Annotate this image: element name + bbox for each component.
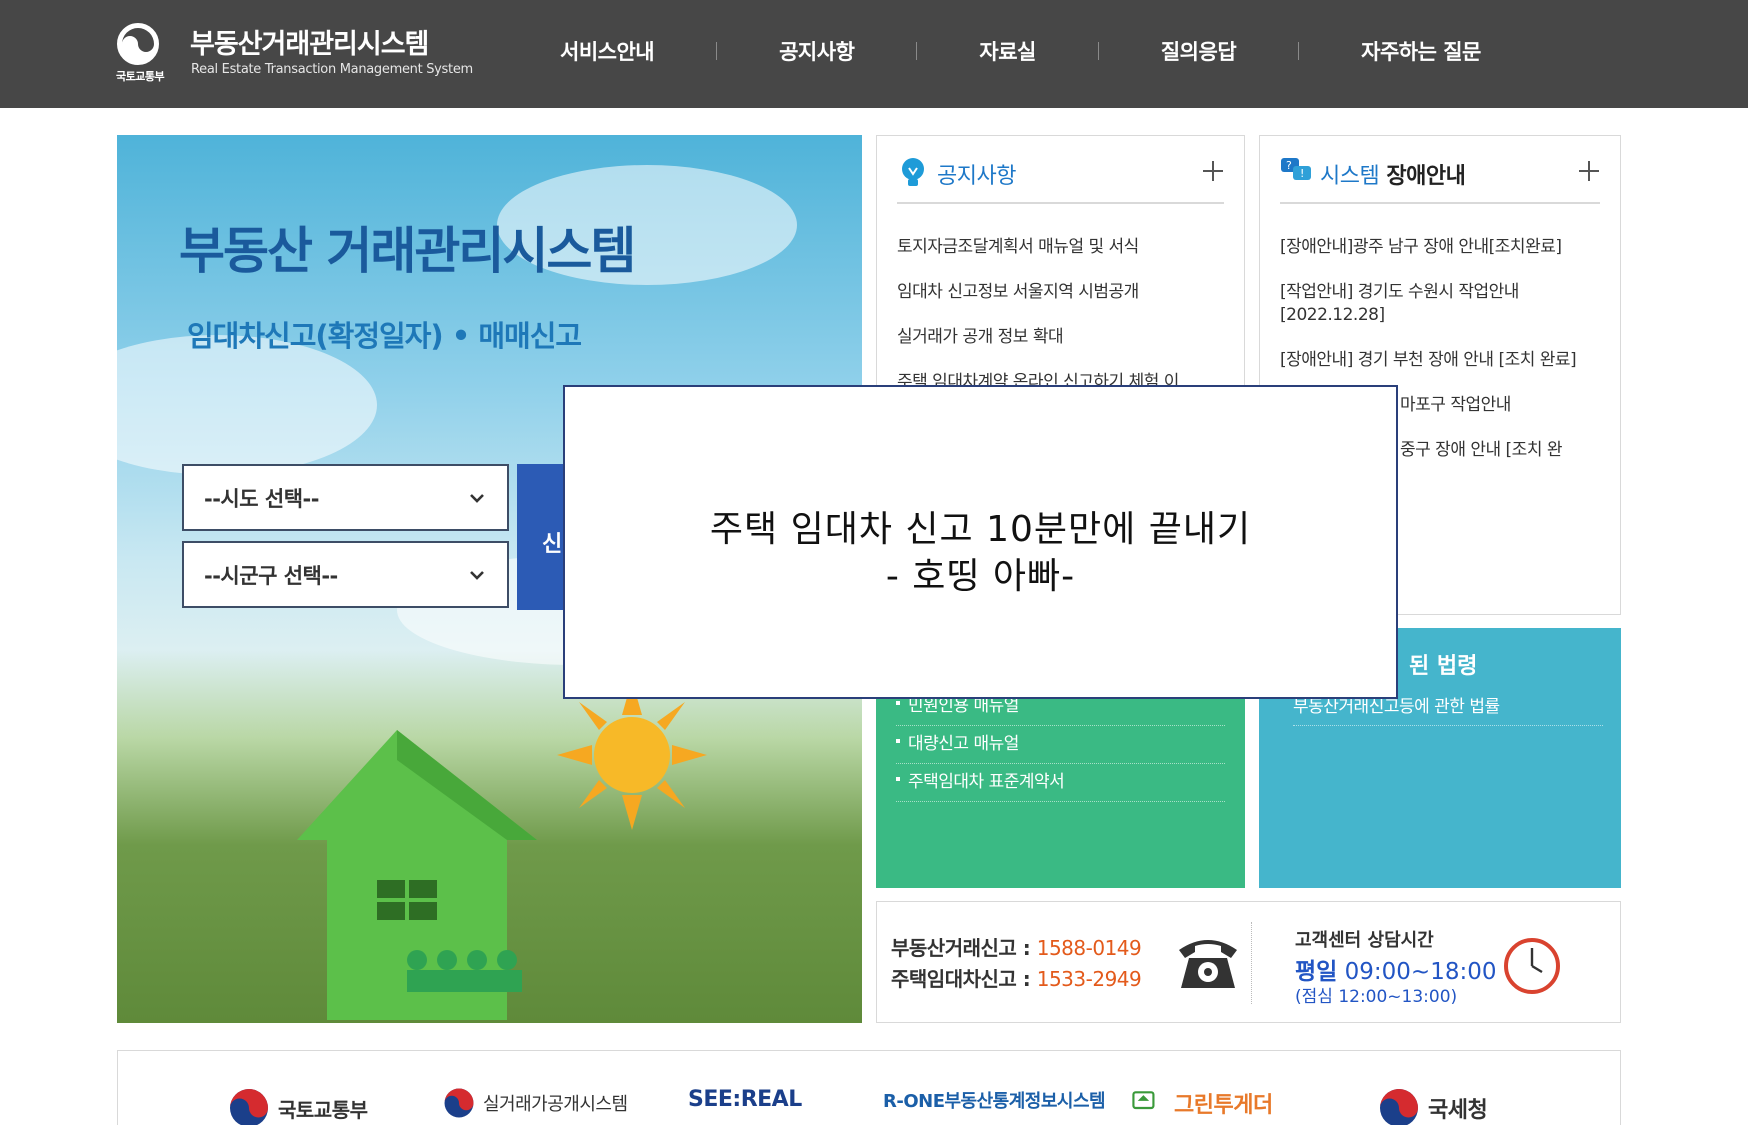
notice-item[interactable]: 실거래가 공개 정보 확대 — [897, 326, 1224, 349]
svg-text:?: ? — [1286, 159, 1292, 172]
download-item[interactable]: 대량신고 매뉴얼 — [896, 726, 1225, 764]
outage-title-rest: 장애안내 — [1386, 164, 1466, 189]
ministry-label: 국토교통부 — [116, 70, 165, 83]
link-molit-label: 국토교통부 — [278, 1097, 368, 1122]
notice-panel-title: 공지사항 — [937, 164, 1016, 189]
link-green-together[interactable]: 그린투게더 — [1128, 1087, 1273, 1119]
more-plus-icon[interactable] — [1202, 160, 1224, 182]
taegeuk-emblem-icon — [230, 1089, 268, 1125]
hero-title: 부동산 거래관리시스템 — [179, 222, 636, 280]
chevron-down-icon — [470, 570, 484, 580]
page: 국토교통부 부동산거래관리시스템 Real Estate Transaction… — [0, 0, 1748, 1125]
link-molit[interactable]: 국토교통부 — [228, 1087, 368, 1125]
nav-service-guide[interactable]: 서비스안내 — [560, 36, 655, 66]
downloads-list: 민원인용 매뉴얼 대량신고 매뉴얼 주택임대차 표준계약서 — [896, 688, 1225, 802]
lease-label: 주택임대차신고 : — [891, 967, 1037, 991]
overlay-author: - 호띵 아빠- — [885, 556, 1076, 597]
notice-item[interactable]: 임대차 신고정보 서울지역 시범공개 — [897, 281, 1224, 304]
nav-divider — [916, 42, 918, 60]
contact-box: 부동산거래신고 : 1588-0149 주택임대차신고 : 1533-2949 … — [876, 901, 1621, 1023]
link-rone-label: R-ONE부동산통계정보시스템 — [883, 1091, 1106, 1112]
site-logo[interactable]: 국토교통부 부동산거래관리시스템 Real Estate Transaction… — [116, 22, 473, 86]
link-rtms[interactable]: 실거래가공개시스템 — [443, 1087, 628, 1119]
taegeuk-emblem-icon — [444, 1088, 474, 1118]
lease-number: 1533-2949 — [1036, 967, 1142, 991]
nav-library[interactable]: 자료실 — [979, 36, 1036, 66]
trade-contact: 부동산거래신고 : 1588-0149 — [891, 932, 1142, 961]
title-card-overlay: 주택 임대차 신고 10분만에 끝내기 - 호띵 아빠- — [563, 385, 1398, 699]
hours-label: 고객센터 상담시간 — [1295, 930, 1434, 951]
hours-lunch: (점심 12:00~13:00) — [1295, 987, 1458, 1007]
house-chat-icon — [1132, 1091, 1155, 1110]
sido-select[interactable]: --시도 선택-- — [182, 464, 509, 531]
nav-divider — [716, 42, 718, 60]
outage-panel-header: ? ! 시스템 장애안내 — [1280, 156, 1600, 204]
more-plus-icon[interactable] — [1578, 160, 1600, 182]
telephone-icon — [1179, 940, 1237, 988]
cloud-decoration — [117, 335, 377, 475]
contact-divider — [1251, 922, 1252, 1004]
main-nav: 서비스안내 공지사항 자료실 질의응답 자주하는 질문 — [560, 36, 1481, 66]
site-subtitle: Real Estate Transaction Management Syste… — [191, 62, 473, 77]
notice-item[interactable]: 토지자금조달계획서 매뉴얼 및 서식 — [897, 236, 1224, 259]
taegeuk-emblem-icon — [117, 23, 159, 65]
green-house-illustration — [297, 730, 537, 1020]
outage-item[interactable]: [장애안내] 경기 부천 장애 안내 [조치 완료] — [1280, 349, 1600, 372]
sido-select-value: --시도 선택-- — [204, 486, 319, 511]
outage-item[interactable]: [장애안내]광주 남구 장애 안내[조치완료] — [1280, 236, 1600, 259]
link-green-together-label: 그린투게더 — [1174, 1093, 1273, 1118]
nav-faq[interactable]: 자주하는 질문 — [1361, 36, 1481, 66]
related-sites-bar: 국토교통부 실거래가공개시스템 SEE:REAL R-ONE부동산통계정보시스템… — [117, 1050, 1621, 1125]
link-rone[interactable]: R-ONE부동산통계정보시스템 — [883, 1087, 1106, 1113]
laws-panel-title: 된 법령 — [1409, 654, 1478, 679]
site-title: 부동산거래관리시스템 — [190, 29, 429, 60]
link-nts[interactable]: 국세청 — [1378, 1087, 1488, 1125]
site-header: 국토교통부 부동산거래관리시스템 Real Estate Transaction… — [0, 0, 1748, 108]
sigungu-select-value: --시군구 선택-- — [204, 563, 338, 588]
hours-weekday: 평일 09:00~18:00 — [1295, 952, 1496, 986]
hero-subtitle: 임대차신고(확정일자) • 매매신고 — [187, 319, 582, 353]
link-seereal-label: SEE:REAL — [688, 1087, 802, 1112]
download-item[interactable]: 주택임대차 표준계약서 — [896, 764, 1225, 802]
sigungu-select[interactable]: --시군구 선택-- — [182, 541, 509, 608]
nav-notice[interactable]: 공지사항 — [779, 36, 855, 66]
svg-text:!: ! — [1300, 167, 1304, 180]
notice-panel-header: 공지사항 — [897, 156, 1224, 204]
nav-qna[interactable]: 질의응답 — [1161, 36, 1237, 66]
chevron-down-icon — [470, 493, 484, 503]
trade-label: 부동산거래신고 : — [891, 936, 1037, 960]
outage-item[interactable]: [작업안내] 경기도 수원시 작업안내 [2022.12.28] — [1280, 281, 1600, 327]
overlay-title: 주택 임대차 신고 10분만에 끝내기 — [709, 509, 1252, 550]
nav-divider — [1097, 42, 1099, 60]
taegeuk-emblem-icon — [1380, 1089, 1418, 1125]
lightbulb-icon — [902, 158, 924, 186]
outage-panel-title: 시스템 장애안내 — [1320, 158, 1466, 190]
link-nts-label: 국세청 — [1428, 1098, 1488, 1123]
outage-title-accent: 시스템 — [1320, 164, 1380, 189]
clock-icon — [1504, 938, 1560, 994]
nav-divider — [1298, 42, 1300, 60]
link-rtms-label: 실거래가공개시스템 — [483, 1094, 628, 1115]
lease-contact: 주택임대차신고 : 1533-2949 — [891, 963, 1142, 992]
speech-bubble-icon: ? ! — [1281, 158, 1311, 180]
link-seereal[interactable]: SEE:REAL — [688, 1087, 802, 1112]
trade-number: 1588-0149 — [1036, 936, 1142, 960]
